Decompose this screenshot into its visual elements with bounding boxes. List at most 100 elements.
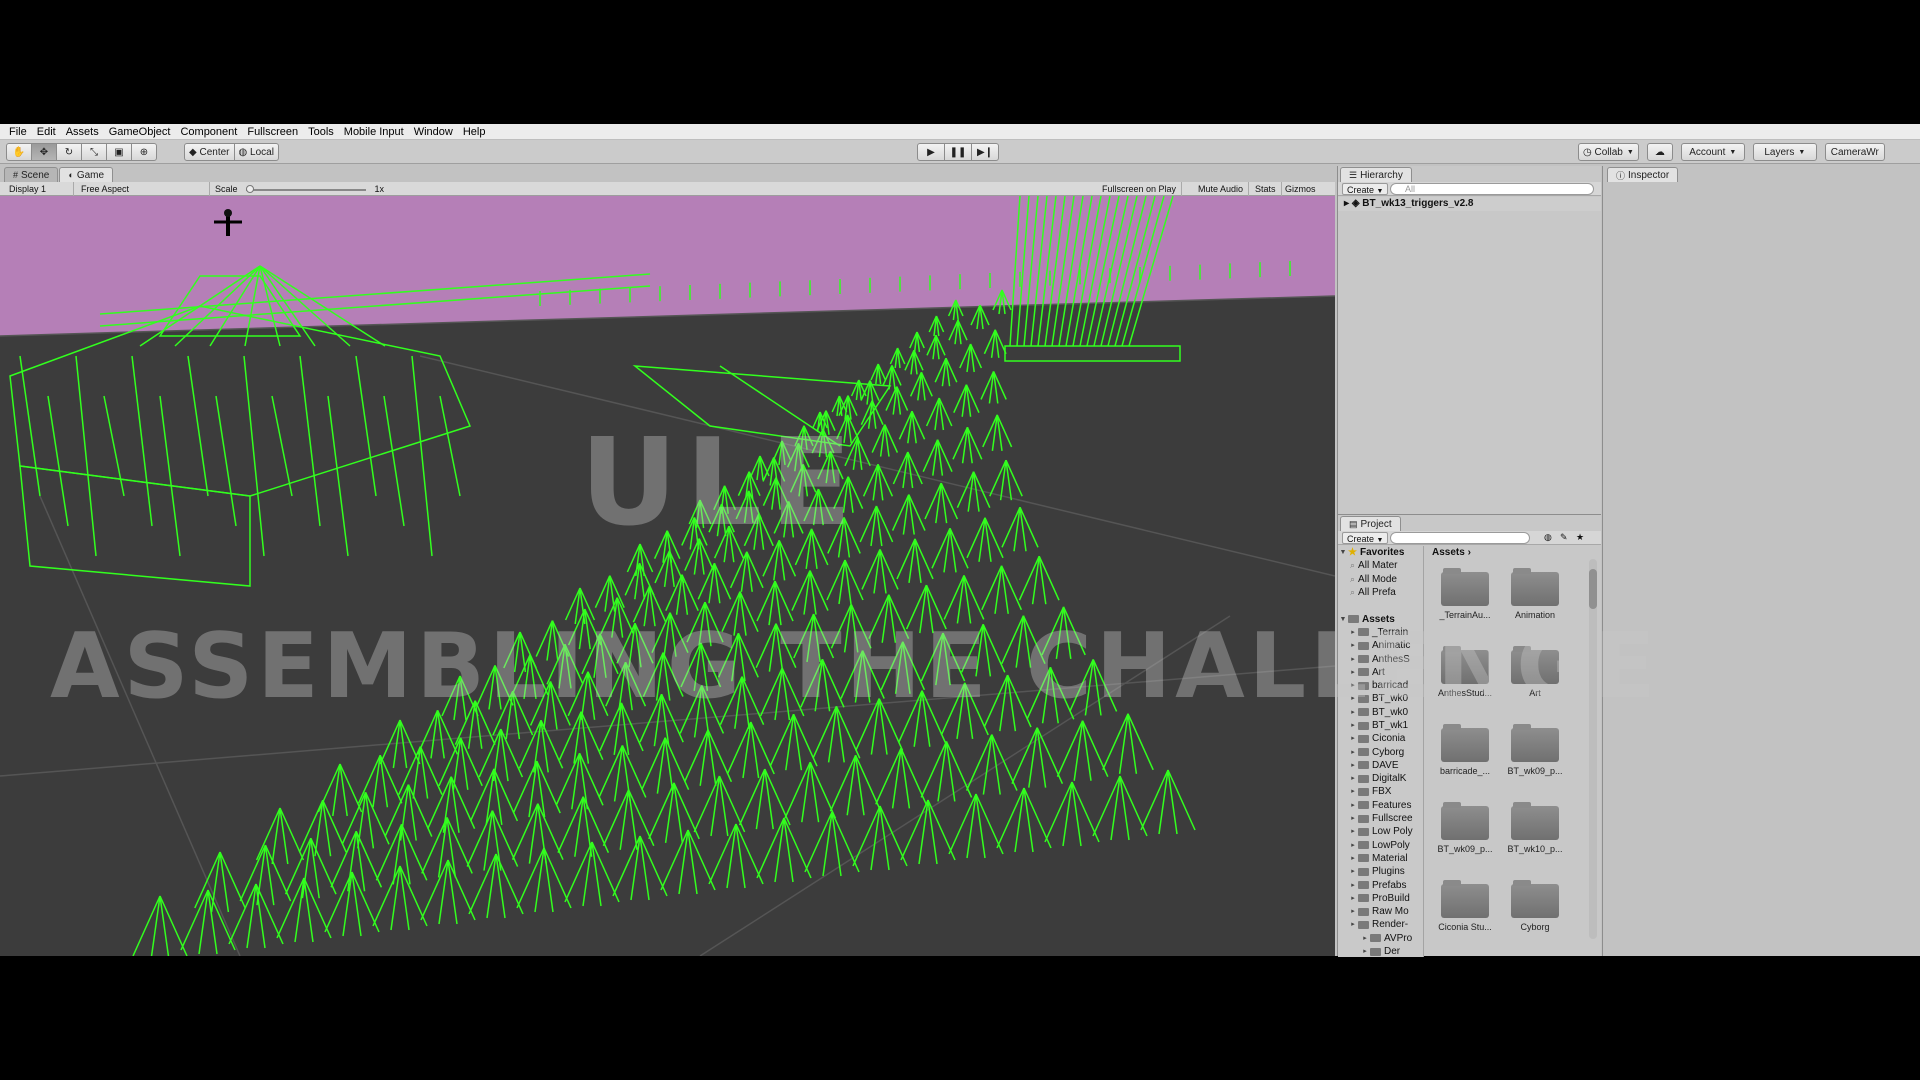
rotate-tool-button[interactable]: ↻ xyxy=(56,143,82,161)
pivot-local-button[interactable]: ◍ Local xyxy=(233,143,279,161)
asset-folder-item[interactable]: ▸ FBX xyxy=(1338,785,1423,798)
asset-folder-tile[interactable]: barricade_... xyxy=(1430,724,1500,776)
asset-folder-item[interactable]: ▸ Animatic xyxy=(1338,639,1423,652)
asset-folder-item[interactable]: ▸ Material xyxy=(1338,852,1423,865)
asset-folder-item[interactable]: ▸ BT_wk1 xyxy=(1338,719,1423,732)
asset-folder-item[interactable]: ▸ Render- xyxy=(1338,918,1423,931)
project-search-input[interactable] xyxy=(1390,532,1530,544)
scale-tool-button[interactable]: ⤡ xyxy=(81,143,107,161)
layers-dropdown[interactable]: Layers ▼ xyxy=(1752,143,1817,161)
menu-help[interactable]: Help xyxy=(458,124,491,140)
favorite-item[interactable]: ⌕ All Mater xyxy=(1338,559,1423,572)
asset-folder-tile[interactable]: Art xyxy=(1500,646,1570,698)
game-viewport[interactable] xyxy=(0,196,1335,956)
folder-icon xyxy=(1358,801,1369,810)
asset-folder-item[interactable]: ▸ Ciconia xyxy=(1338,732,1423,745)
menu-assets[interactable]: Assets xyxy=(61,124,104,140)
asset-folder-item[interactable]: ▸ Art xyxy=(1338,666,1423,679)
scale-slider[interactable] xyxy=(246,184,367,193)
menu-edit[interactable]: Edit xyxy=(32,124,61,140)
star-icon[interactable]: ★ xyxy=(1576,532,1584,543)
asset-folder-tile[interactable]: AnthesStud... xyxy=(1430,646,1500,698)
tab-scene-label: Scene xyxy=(21,169,50,181)
asset-folder-item[interactable]: ▸ Prefabs xyxy=(1338,878,1423,891)
favorite-item[interactable]: ⌕ All Mode xyxy=(1338,573,1423,586)
menu-gameobject[interactable]: GameObject xyxy=(104,124,176,140)
asset-folder-item[interactable]: ▸ ProBuild xyxy=(1338,892,1423,905)
project-create-button[interactable]: Create ▼ xyxy=(1342,532,1389,544)
asset-folder-item[interactable]: ▸ AVPro xyxy=(1338,932,1423,945)
asset-folder-item[interactable]: ▸ Low Poly xyxy=(1338,825,1423,838)
expand-arrow-icon: ▸ xyxy=(1351,748,1355,756)
asset-folder-item[interactable]: ▸ DAVE xyxy=(1338,759,1423,772)
breadcrumb[interactable]: Assets › xyxy=(1426,546,1590,560)
hierarchy-search-input[interactable]: All xyxy=(1390,183,1594,195)
favorite-item[interactable]: ⌕ All Prefa xyxy=(1338,586,1423,599)
maximize-on-play-toggle[interactable]: Fullscreen on Play xyxy=(1097,182,1183,196)
asset-folder-item[interactable]: ▸ LowPoly xyxy=(1338,839,1423,852)
asset-folder-tile[interactable]: Cyborg xyxy=(1500,880,1570,932)
mute-audio-toggle[interactable]: Mute Audio xyxy=(1193,182,1250,196)
assets-root[interactable]: ▼ Assets xyxy=(1338,612,1423,625)
asset-folder-item[interactable]: ▸ barricad xyxy=(1338,679,1423,692)
display-dropdown[interactable]: Display 1 xyxy=(4,182,74,196)
account-dropdown[interactable]: Account ▼ xyxy=(1680,143,1745,161)
menu-fullscreen[interactable]: Fullscreen xyxy=(242,124,303,140)
asset-folder-item[interactable]: ▸ _Terrain xyxy=(1338,626,1423,639)
tab-scene[interactable]: # Scene xyxy=(4,167,59,182)
folder-icon xyxy=(1358,774,1369,783)
hand-tool-button[interactable]: ✋ xyxy=(6,143,32,161)
asset-folder-item[interactable]: ▸ Cyborg xyxy=(1338,745,1423,758)
hierarchy-create-button[interactable]: Create ▼ xyxy=(1342,183,1389,195)
asset-folder-item[interactable]: ▸ BT_wk0 xyxy=(1338,692,1423,705)
folder-icon xyxy=(1358,827,1369,836)
pivot-center-button[interactable]: ◆ Center xyxy=(184,143,235,161)
tab-hierarchy[interactable]: ☰ Hierarchy xyxy=(1340,167,1412,182)
layout-dropdown[interactable]: CameraWr xyxy=(1824,143,1885,161)
asset-folder-item[interactable]: ▸ Raw Mo xyxy=(1338,905,1423,918)
scene-root-row[interactable]: ▸ ◈ BT_wk13_triggers_v2.8 xyxy=(1338,197,1601,211)
folder-icon xyxy=(1511,568,1559,606)
play-button[interactable]: ▶ xyxy=(917,143,945,161)
menu-mobile-input[interactable]: Mobile Input xyxy=(339,124,409,140)
tab-inspector[interactable]: ⓘ Inspector xyxy=(1607,167,1679,182)
filter-type-icon[interactable]: ◍ xyxy=(1544,532,1552,543)
asset-folder-tile[interactable]: BT_wk10_p... xyxy=(1500,802,1570,854)
cloud-button[interactable]: ☁ xyxy=(1646,143,1673,161)
menu-file[interactable]: File xyxy=(4,124,32,140)
asset-folder-tile-label: BT_wk09_p... xyxy=(1507,766,1563,776)
menu-component[interactable]: Component xyxy=(175,124,242,140)
menu-tools[interactable]: Tools xyxy=(303,124,339,140)
tab-project[interactable]: ▤ Project xyxy=(1340,516,1401,531)
aspect-dropdown[interactable]: Free Aspect xyxy=(76,182,210,196)
asset-folder-item[interactable]: ▸ AnthesS xyxy=(1338,652,1423,665)
asset-folder-item[interactable]: ▸ Features xyxy=(1338,799,1423,812)
asset-folder-item[interactable]: ▸ Plugins xyxy=(1338,865,1423,878)
scrollbar-thumb[interactable] xyxy=(1589,569,1597,609)
asset-folder-tile[interactable]: BT_wk09_p... xyxy=(1430,802,1500,854)
scale-slider-handle[interactable] xyxy=(246,184,255,193)
asset-folder-tile[interactable]: Ciconia Stu... xyxy=(1430,880,1500,932)
collab-button[interactable]: ◷ Collab ▼ xyxy=(1578,143,1639,161)
tab-game[interactable]: ◐ Game xyxy=(59,167,114,182)
favorites-header[interactable]: ▼ ★ Favorites xyxy=(1338,546,1423,559)
filter-label-icon[interactable]: ✎ xyxy=(1560,532,1568,543)
transform-tool-button[interactable]: ⊕ xyxy=(131,143,157,161)
move-tool-button[interactable]: ✥ xyxy=(31,143,57,161)
expand-arrow-icon: ▸ xyxy=(1351,655,1355,663)
rect-tool-button[interactable]: ▣ xyxy=(106,143,132,161)
asset-folder-item[interactable]: ▸ Fullscree xyxy=(1338,812,1423,825)
asset-folder-item[interactable]: ▸ BT_wk0 xyxy=(1338,706,1423,719)
asset-folder-item[interactable]: ▸ Der xyxy=(1338,945,1423,957)
project-scrollbar[interactable] xyxy=(1589,559,1597,939)
asset-folder-tile[interactable]: _TerrainAu... xyxy=(1430,568,1500,620)
step-button[interactable]: ▶❙ xyxy=(971,143,999,161)
menu-window[interactable]: Window xyxy=(409,124,458,140)
stats-toggle[interactable]: Stats xyxy=(1250,182,1282,196)
asset-folder-item[interactable]: ▸ DigitalK xyxy=(1338,772,1423,785)
favorites-label: Favorites xyxy=(1359,547,1405,559)
asset-folder-tile[interactable]: BT_wk09_p... xyxy=(1500,724,1570,776)
gizmos-dropdown[interactable]: Gizmos xyxy=(1280,182,1321,196)
pause-button[interactable]: ❚❚ xyxy=(944,143,972,161)
asset-folder-tile[interactable]: Animation xyxy=(1500,568,1570,620)
